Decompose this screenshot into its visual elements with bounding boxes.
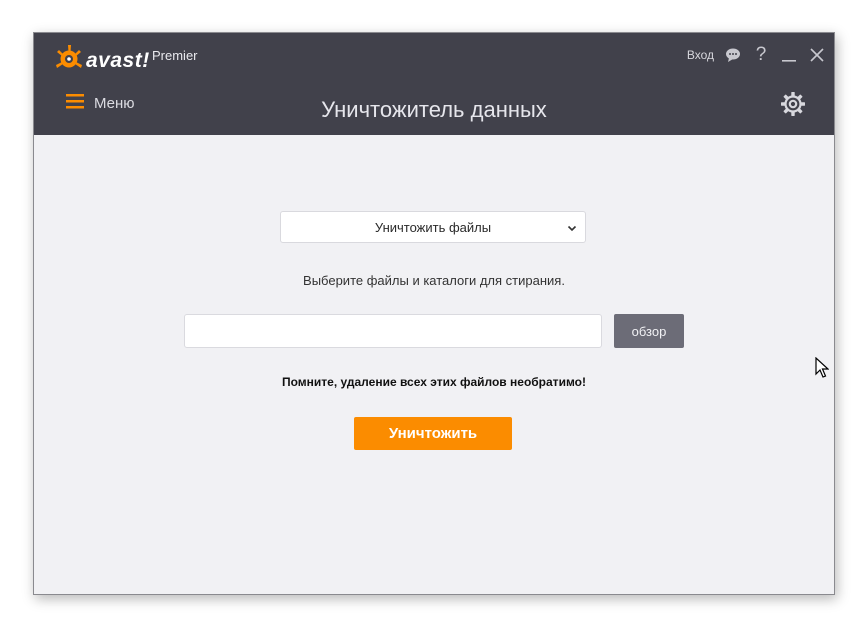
page-title: Уничтожитель данных [321,97,547,122]
shred-mode-value: Уничтожить файлы [374,219,492,235]
shred-button[interactable]: Уничтожить [354,417,512,450]
chevron-down-icon [567,221,577,236]
close-icon[interactable] [808,45,826,65]
avast-logo: avast! [54,43,150,78]
gear-icon[interactable] [780,91,806,122]
file-path-input[interactable] [184,314,602,348]
window-controls: Вход ? [687,44,826,65]
logo-text: avast! [86,48,150,72]
title-bar: avast! Premier Вход ? Меню Уничтожитель … [34,33,834,135]
login-link[interactable]: Вход [687,48,714,62]
help-icon[interactable]: ? [752,44,770,65]
browse-button[interactable]: обзор [614,314,684,348]
chat-icon[interactable] [724,45,742,65]
app-window: avast! Premier Вход ? Меню Уничтожитель … [33,32,835,595]
instruction-text: Выберите файлы и каталоги для стирания. [303,273,565,288]
avast-logo-icon [54,43,84,78]
mouse-cursor-icon [815,356,830,384]
minimize-icon[interactable] [780,45,798,65]
shred-mode-select[interactable]: Уничтожить файлы [280,211,586,243]
edition-label: Premier [152,48,198,63]
warning-text: Помните, удаление всех этих файлов необр… [282,375,586,389]
